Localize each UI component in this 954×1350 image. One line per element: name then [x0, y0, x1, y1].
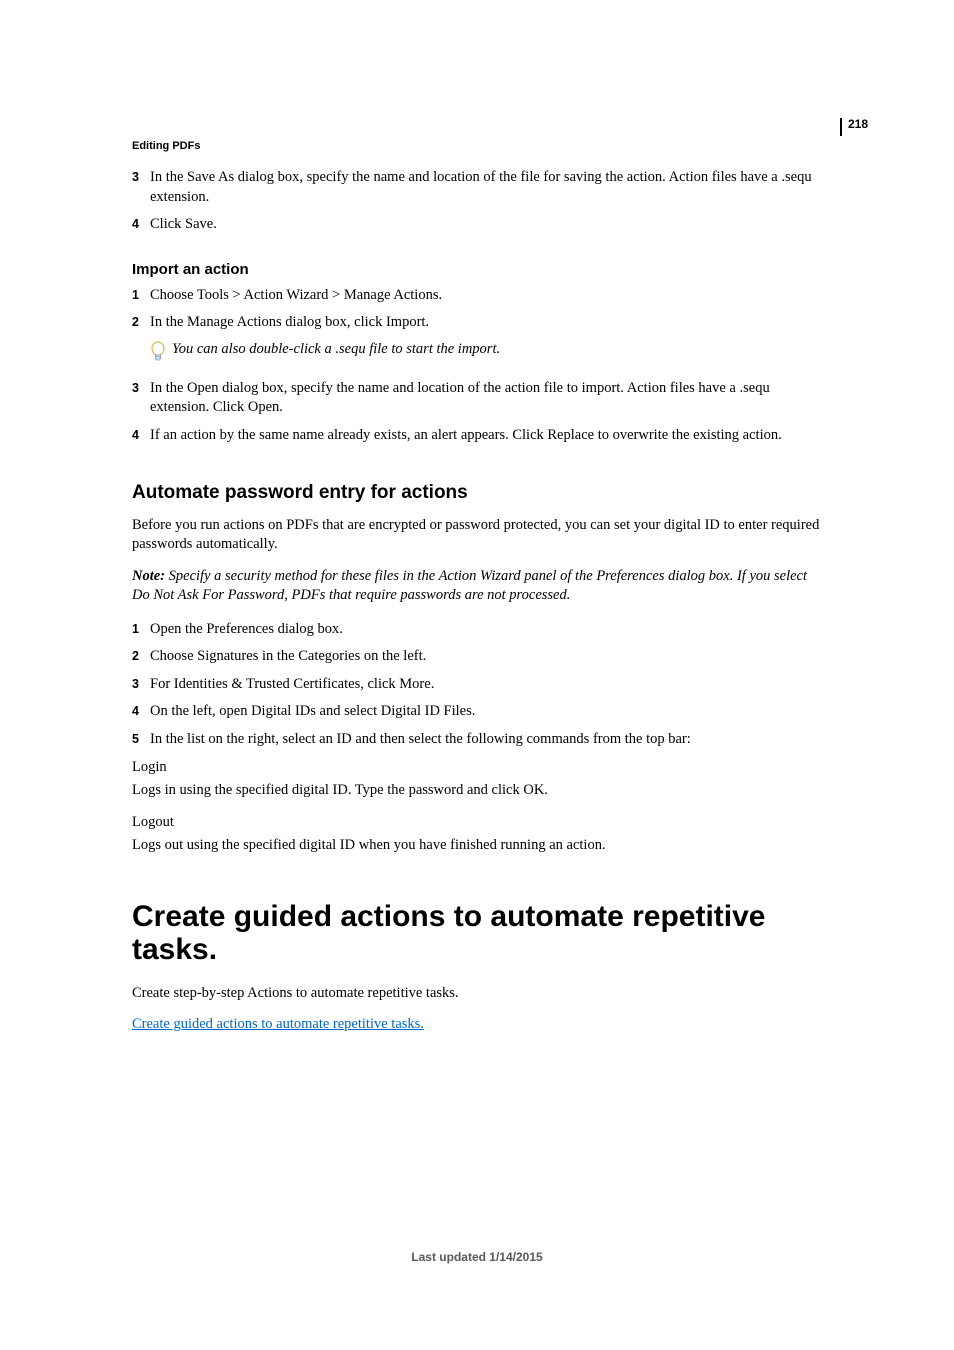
list-item: 2 Choose Signatures in the Categories on…	[132, 647, 826, 667]
heading-create-guided-actions: Create guided actions to automate repeti…	[132, 900, 826, 966]
list-number: 4	[132, 215, 150, 233]
note-body: Specify a security method for these file…	[132, 568, 807, 604]
tip: You can also double-click a .sequ file t…	[150, 341, 826, 363]
list-number: 1	[132, 620, 150, 638]
list-number: 4	[132, 426, 150, 444]
heading-import-action: Import an action	[132, 261, 826, 278]
list-text: In the list on the right, select an ID a…	[150, 730, 826, 750]
list-item: 3 In the Save As dialog box, specify the…	[132, 168, 826, 207]
list-number: 3	[132, 675, 150, 693]
list-number: 3	[132, 379, 150, 397]
list-number: 3	[132, 168, 150, 186]
running-head: Editing PDFs	[132, 140, 200, 152]
page-number: 218	[848, 118, 868, 130]
term-logout: Logout	[132, 813, 826, 833]
list-item: 3 In the Open dialog box, specify the na…	[132, 379, 826, 418]
list-text: In the Open dialog box, specify the name…	[150, 379, 826, 418]
list-item: 1 Choose Tools > Action Wizard > Manage …	[132, 286, 826, 306]
list-item: 4 On the left, open Digital IDs and sele…	[132, 702, 826, 722]
paragraph: Create step-by-step Actions to automate …	[132, 984, 826, 1004]
paragraph: Logs in using the specified digital ID. …	[132, 781, 826, 801]
list-number: 2	[132, 313, 150, 331]
tip-text: You can also double-click a .sequ file t…	[172, 341, 500, 358]
list-text: Choose Tools > Action Wizard > Manage Ac…	[150, 286, 826, 306]
list-item: 4 If an action by the same name already …	[132, 426, 826, 446]
list-text: In the Manage Actions dialog box, click …	[150, 313, 826, 333]
list-item: 2 In the Manage Actions dialog box, clic…	[132, 313, 826, 333]
page: 218 Editing PDFs 3 In the Save As dialog…	[0, 0, 954, 1350]
content-area: 3 In the Save As dialog box, specify the…	[132, 168, 826, 1035]
list-item: 3 For Identities & Trusted Certificates,…	[132, 675, 826, 695]
note: Note: Specify a security method for thes…	[132, 567, 826, 606]
note-label: Note:	[132, 568, 165, 584]
list-item: 5 In the list on the right, select an ID…	[132, 730, 826, 750]
list-number: 1	[132, 286, 150, 304]
footer-last-updated: Last updated 1/14/2015	[0, 1250, 954, 1264]
list-item: 4 Click Save.	[132, 215, 826, 235]
list-text: For Identities & Trusted Certificates, c…	[150, 675, 826, 695]
list-text: Choose Signatures in the Categories on t…	[150, 647, 826, 667]
list-text: In the Save As dialog box, specify the n…	[150, 168, 826, 207]
list-number: 4	[132, 702, 150, 720]
list-text: If an action by the same name already ex…	[150, 426, 826, 446]
list-number: 5	[132, 730, 150, 748]
list-text: On the left, open Digital IDs and select…	[150, 702, 826, 722]
lightbulb-icon	[150, 341, 166, 363]
list-item: 1 Open the Preferences dialog box.	[132, 620, 826, 640]
page-number-container: 218	[840, 118, 868, 136]
term-login: Login	[132, 758, 826, 778]
list-text: Click Save.	[150, 215, 826, 235]
paragraph: Logs out using the specified digital ID …	[132, 836, 826, 856]
list-number: 2	[132, 647, 150, 665]
list-text: Open the Preferences dialog box.	[150, 620, 826, 640]
paragraph: Before you run actions on PDFs that are …	[132, 516, 826, 555]
heading-automate-password: Automate password entry for actions	[132, 482, 826, 504]
link-create-guided-actions[interactable]: Create guided actions to automate repeti…	[132, 1016, 424, 1032]
